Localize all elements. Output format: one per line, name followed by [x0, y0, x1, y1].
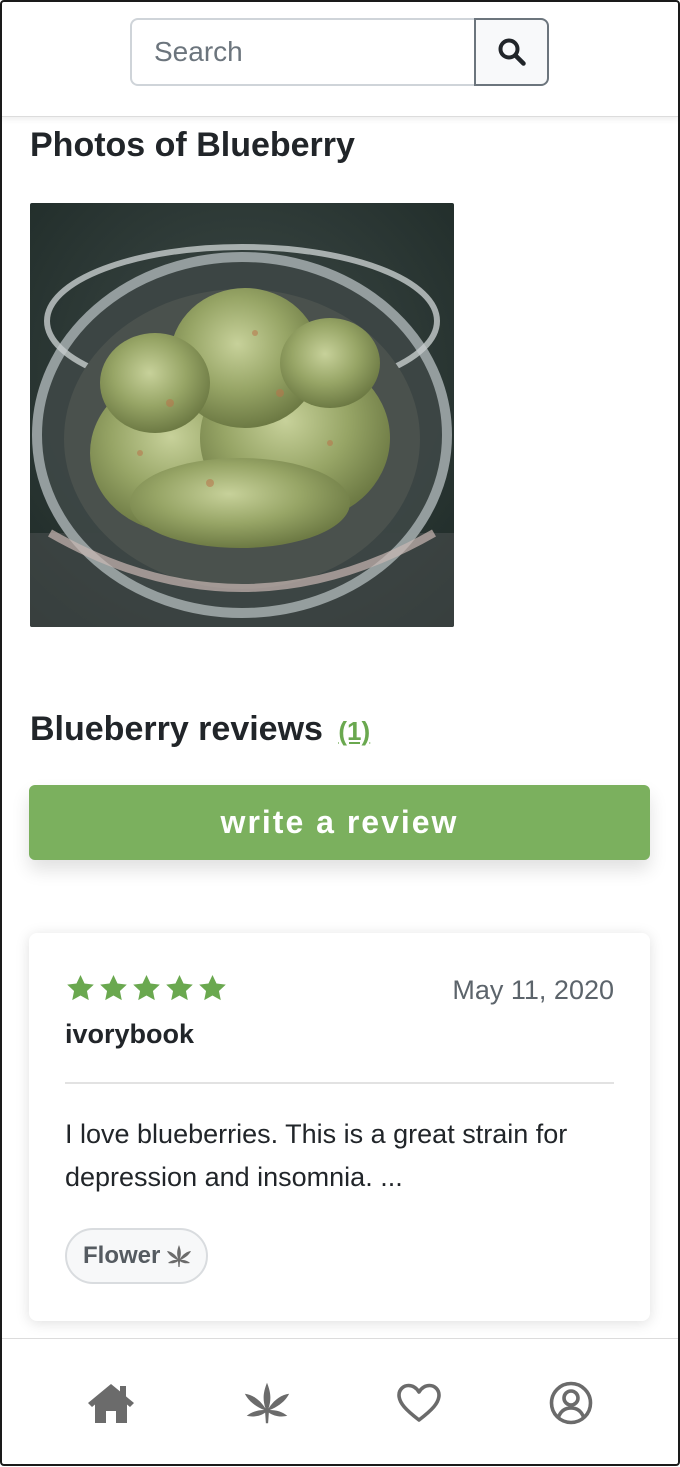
reviews-count-link[interactable]: (1) [338, 716, 370, 746]
cannabis-leaf-icon [244, 1382, 290, 1424]
search-button[interactable] [474, 18, 549, 86]
search-icon [498, 38, 526, 66]
strain-photo[interactable] [30, 203, 454, 627]
star-icon [100, 974, 127, 1001]
reviews-heading: Blueberry reviews (1) [30, 710, 370, 749]
nav-favorites[interactable] [379, 1339, 459, 1467]
bottom-navigation [0, 1338, 680, 1467]
reviewer-name[interactable]: ivorybook [65, 1019, 194, 1050]
search-input[interactable] [130, 18, 474, 86]
rating-stars [65, 973, 228, 1004]
product-type-label: Flower [83, 1242, 161, 1269]
review-text: I love blueberries. This is a great stra… [65, 1119, 568, 1192]
top-bar [0, 0, 680, 117]
star-icon [166, 974, 193, 1001]
user-circle-icon [549, 1381, 593, 1425]
nav-profile[interactable] [531, 1339, 611, 1467]
review-card: May 11, 2020 ivorybook I love blueberrie… [29, 933, 650, 1321]
write-review-button[interactable]: write a review [29, 785, 650, 860]
product-type-tag[interactable]: Flower [65, 1228, 209, 1284]
nav-home[interactable] [71, 1339, 151, 1467]
search-bar [130, 18, 549, 86]
photos-heading: Photos of Blueberry [30, 126, 355, 164]
divider [65, 1082, 614, 1084]
star-icon [199, 974, 226, 1001]
cannabis-leaf-icon [167, 1245, 192, 1267]
home-icon [88, 1384, 134, 1423]
heart-icon [397, 1383, 441, 1422]
star-icon [133, 974, 160, 1001]
strain-photo-image [30, 203, 454, 627]
nav-strains[interactable] [227, 1339, 307, 1467]
review-date: May 11, 2020 [452, 975, 614, 1005]
star-icon [67, 974, 94, 1001]
reviews-heading-label: Blueberry reviews [30, 710, 323, 748]
